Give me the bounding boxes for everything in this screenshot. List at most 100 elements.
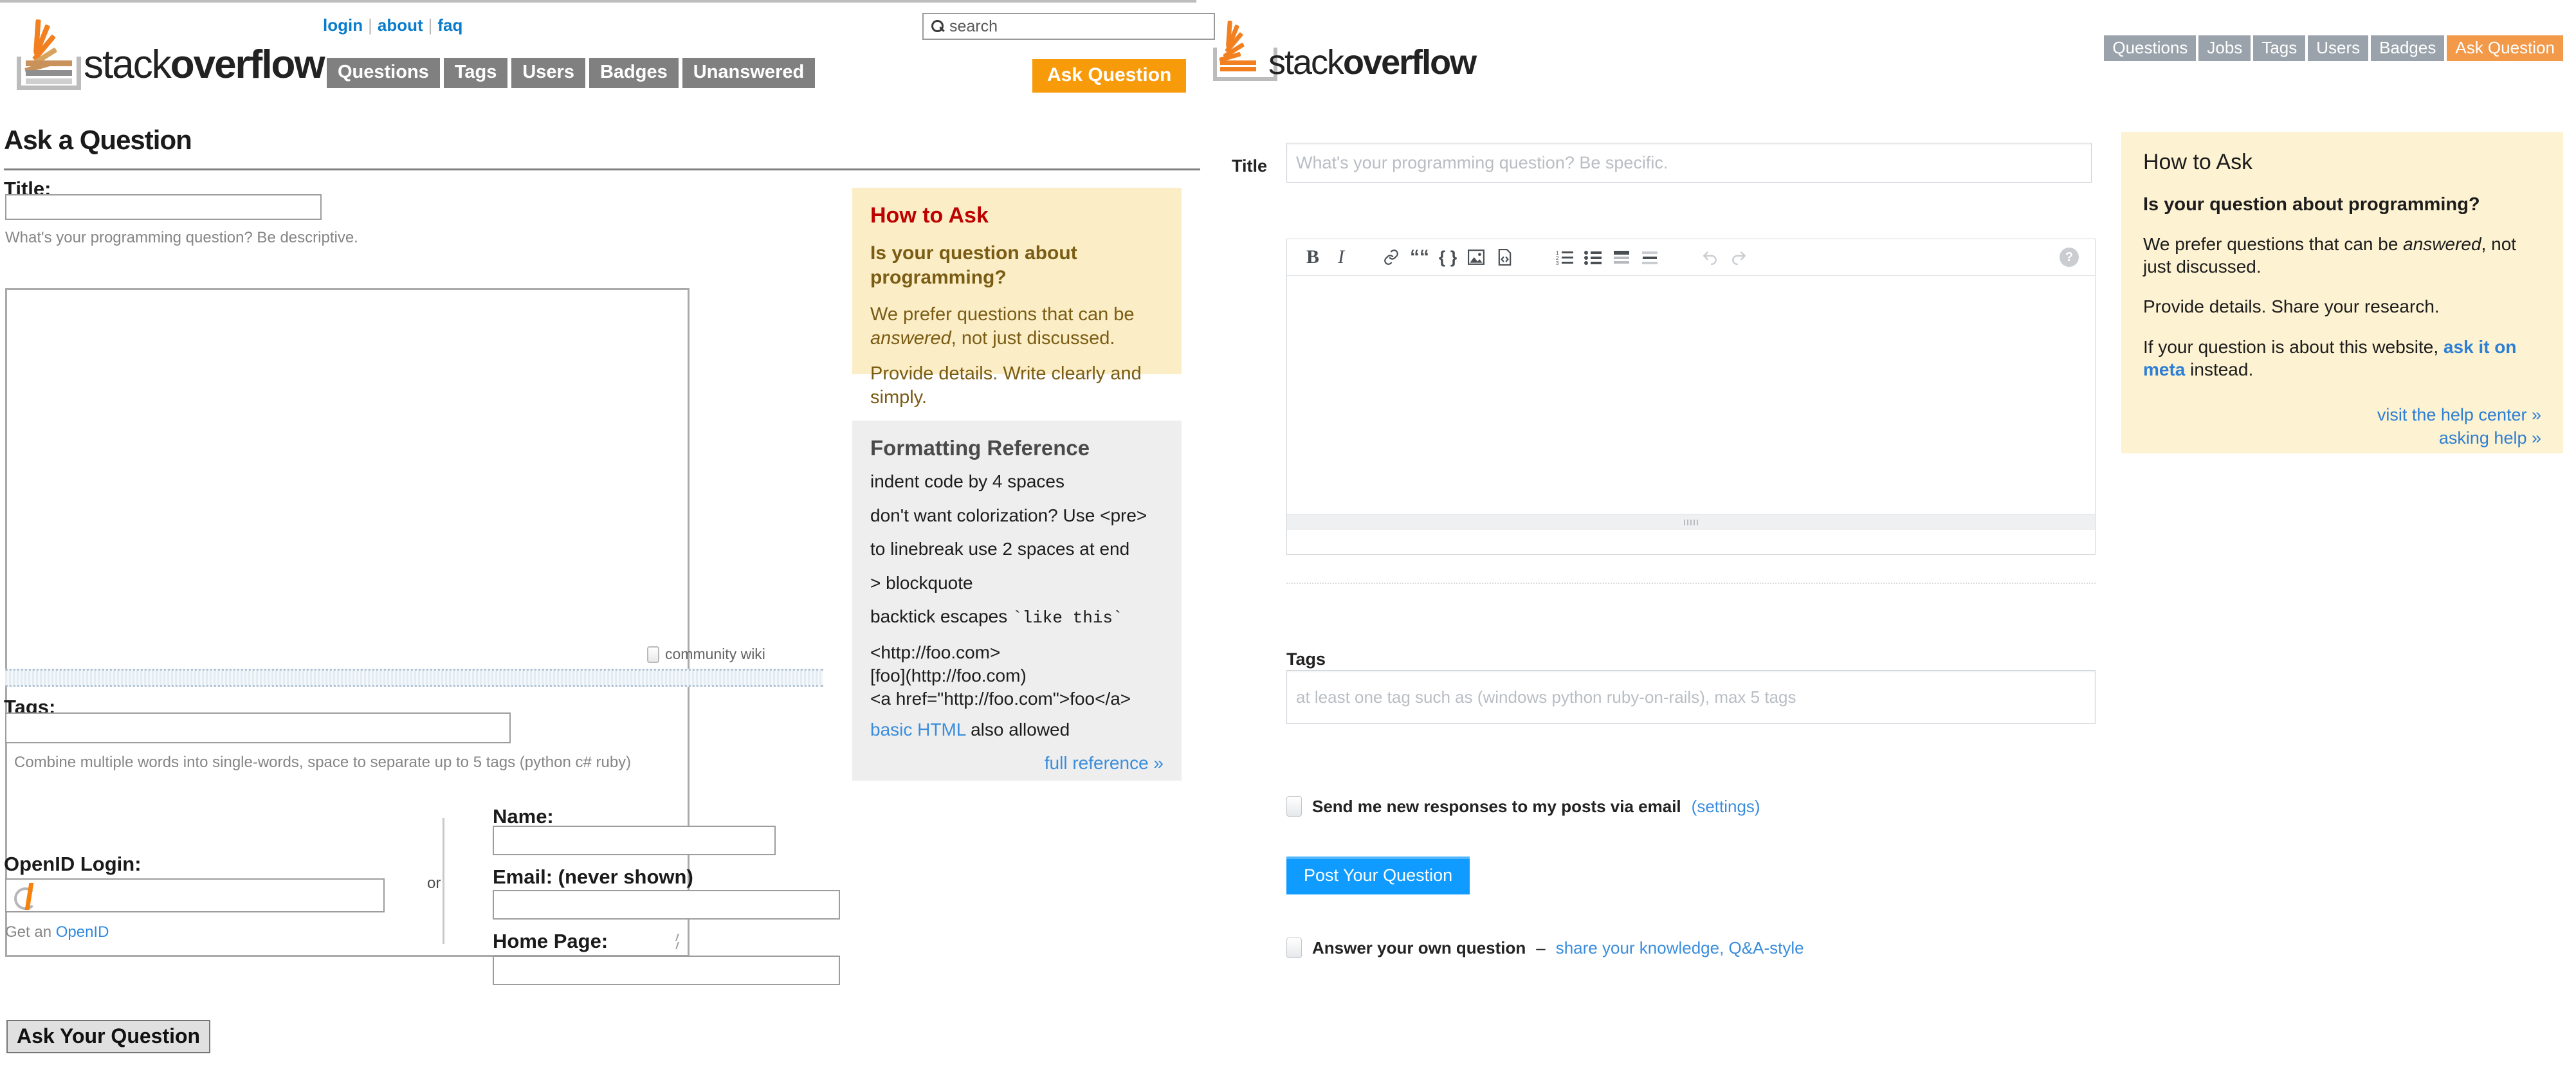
answer-own-question-label: Answer your own question	[1312, 938, 1526, 958]
tags-input[interactable]: at least one tag such as (windows python…	[1286, 670, 2096, 724]
get-openid-row: Get an OpenID	[5, 923, 109, 941]
nav-item-questions[interactable]: Questions	[327, 58, 440, 88]
modern-how-to-ask-card: How to Ask Is your question about progra…	[2121, 132, 2563, 453]
how-to-ask-heading: How to Ask	[870, 203, 1164, 228]
formatting-backtick-row: backtick escapes `like this`	[870, 606, 1164, 628]
notification-settings-link[interactable]: (settings)	[1692, 797, 1760, 817]
email-notify-checkbox[interactable]	[1286, 796, 1302, 817]
logo-word-bold: overflow	[170, 42, 324, 87]
textarea-resize-handle[interactable]	[669, 934, 686, 950]
formatting-backtick-prefix: backtick escapes	[870, 606, 1012, 626]
how-to-ask-line-1: We prefer questions that can be answered…	[2143, 233, 2541, 278]
nav-item-jobs[interactable]: Jobs	[2198, 35, 2251, 61]
post-your-question-button[interactable]: Post Your Question	[1286, 857, 1470, 894]
image-icon[interactable]	[1462, 243, 1490, 271]
ask-question-button[interactable]: Ask Question	[1032, 59, 1186, 93]
get-openid-link[interactable]: OpenID	[56, 923, 109, 941]
svg-text:3: 3	[1556, 260, 1559, 265]
legacy-top-links: login|about|faq	[323, 15, 462, 35]
share-knowledge-link[interactable]: share your knowledge, Q&A-style	[1556, 938, 1804, 958]
editor-resize-handle[interactable]	[1287, 514, 2095, 530]
how-to-ask-line-1-emphasis: answered	[870, 328, 951, 349]
modern-logo[interactable]: stackoverflow	[1213, 19, 1483, 71]
italic-icon[interactable]: I	[1327, 243, 1355, 271]
tags-field-label: Tags	[1286, 649, 1326, 669]
modern-stackoverflow-page: stackoverflow Questions Jobs Tags Users …	[1196, 0, 2576, 1070]
email-notify-row: Send me new responses to my posts via em…	[1286, 796, 1760, 817]
asking-help-link[interactable]: asking help »	[2439, 428, 2541, 448]
horizontal-rule-icon[interactable]	[1636, 243, 1664, 271]
openid-field-label: OpenID Login:	[4, 853, 142, 876]
how-to-ask-line-1a: We prefer questions that can be	[2143, 234, 2403, 254]
heading-icon[interactable]	[1607, 243, 1636, 271]
formatting-link-example: [foo](http://foo.com)	[870, 666, 1027, 685]
title-divider	[4, 168, 1200, 170]
how-to-ask-line-1-emphasis: answered	[2403, 234, 2481, 254]
faq-link[interactable]: faq	[437, 15, 462, 35]
section-divider	[1286, 583, 2096, 584]
visit-help-center-link[interactable]: visit the help center »	[2377, 405, 2541, 424]
bold-icon[interactable]: B	[1299, 243, 1327, 271]
community-wiki-checkbox[interactable]	[647, 646, 659, 663]
title-field-label: Title	[1196, 156, 1267, 176]
how-to-ask-line-1a: We prefer questions that can be	[870, 304, 1135, 325]
logo-word-light: stack	[84, 42, 170, 87]
bulleted-list-icon[interactable]	[1579, 243, 1607, 271]
community-wiki-row: community wiki	[647, 646, 765, 663]
how-to-ask-heading: How to Ask	[2143, 150, 2541, 175]
ask-your-question-button[interactable]: Ask Your Question	[6, 1020, 210, 1053]
undo-icon[interactable]	[1696, 243, 1724, 271]
code-icon[interactable]: { }	[1434, 243, 1462, 271]
nav-item-users[interactable]: Users	[511, 58, 585, 88]
title-input-placeholder: What's your programming question? Be spe…	[1296, 153, 1668, 173]
how-to-ask-line-1: We prefer questions that can be answered…	[870, 303, 1164, 350]
full-reference-row: full reference »	[870, 752, 1164, 774]
tags-input[interactable]	[5, 712, 511, 743]
about-link[interactable]: about	[378, 15, 423, 35]
link-separator: |	[423, 15, 438, 35]
title-input[interactable]	[5, 194, 322, 220]
how-to-ask-line-1b: , not just discussed.	[951, 328, 1115, 349]
help-icon[interactable]: ?	[2055, 243, 2083, 271]
basic-html-rest: also allowed	[965, 720, 1070, 739]
basic-html-link[interactable]: basic HTML	[870, 720, 965, 739]
how-to-ask-subheading: Is your question about programming?	[870, 241, 1164, 290]
answer-own-question-checkbox[interactable]	[1286, 938, 1302, 958]
login-link[interactable]: login	[323, 15, 363, 35]
search-input[interactable]: search	[922, 13, 1215, 40]
email-input[interactable]	[493, 890, 840, 920]
full-reference-link[interactable]: full reference »	[1045, 753, 1164, 773]
name-input[interactable]	[493, 826, 776, 855]
formatting-reference-heading: Formatting Reference	[870, 436, 1164, 460]
blockquote-icon[interactable]: ““	[1405, 243, 1434, 271]
resize-grip-dots-icon	[1684, 520, 1698, 525]
nav-item-ask-question[interactable]: Ask Question	[2447, 35, 2563, 61]
nav-item-tags[interactable]: Tags	[2253, 35, 2305, 61]
how-to-ask-line-3: If your question is about this website, …	[2143, 336, 2541, 381]
openid-input[interactable]	[5, 878, 385, 912]
formatting-basic-html-row: basic HTML also allowed	[870, 719, 1164, 741]
code-block-icon[interactable]	[1490, 243, 1519, 271]
question-body-editor[interactable]	[1287, 276, 2095, 514]
ordered-list-icon[interactable]: 123	[1551, 243, 1579, 271]
title-input[interactable]: What's your programming question? Be spe…	[1286, 143, 2092, 183]
nav-item-questions[interactable]: Questions	[2104, 35, 2196, 61]
nav-item-badges[interactable]: Badges	[589, 58, 679, 88]
nav-item-badges[interactable]: Badges	[2371, 35, 2444, 61]
how-to-ask-line-2: Provide details. Write clearly and simpl…	[870, 362, 1164, 410]
how-to-ask-footer-links: visit the help center » asking help »	[2143, 403, 2541, 450]
search-input-value: search	[945, 17, 998, 36]
homepage-input[interactable]	[493, 956, 840, 985]
email-notify-label: Send me new responses to my posts via em…	[1312, 797, 1681, 817]
nav-item-tags[interactable]: Tags	[444, 58, 508, 88]
legacy-logo[interactable]: stackoverflow	[17, 18, 300, 89]
nav-item-unanswered[interactable]: Unanswered	[682, 58, 815, 88]
editor-toolbar: B I ““ { } 123	[1287, 239, 2095, 276]
how-to-ask-subheading: Is your question about programming?	[2143, 194, 2541, 215]
nav-item-users[interactable]: Users	[2308, 35, 2368, 61]
redo-icon[interactable]	[1724, 243, 1753, 271]
get-openid-prefix: Get an	[5, 923, 56, 941]
link-icon[interactable]	[1377, 243, 1405, 271]
logo-book-icon	[17, 57, 81, 90]
formatting-link-examples: <http://foo.com> [foo](http://foo.com) <…	[870, 641, 1164, 711]
